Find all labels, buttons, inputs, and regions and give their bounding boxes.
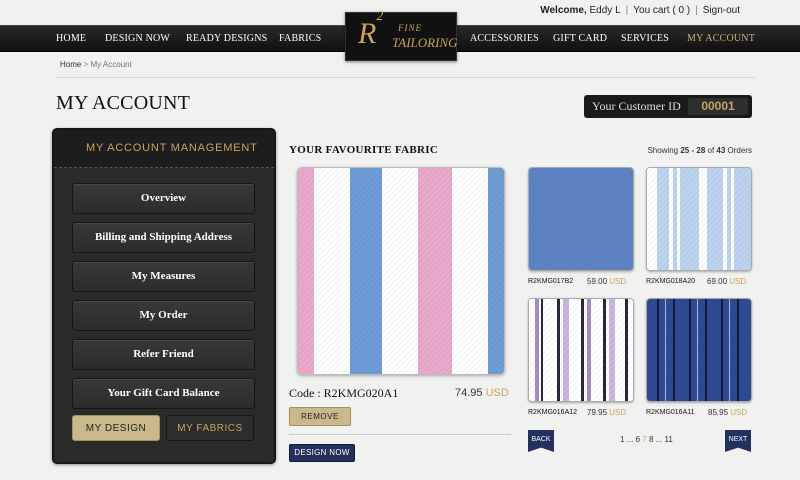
thumb-price-2: 69.00 USD [707,277,747,286]
fabric-thumb-3[interactable] [528,298,634,402]
sidebar-item-billing-shipping[interactable]: Billing and Shipping Address [72,222,255,253]
logo-mark: R2 [358,9,384,50]
fabric-price: 74.95 USD [455,387,509,399]
nav-services[interactable]: SERVICES [621,33,669,44]
nav-fabrics[interactable]: FABRICS [279,33,321,44]
sidebar-title: MY ACCOUNT MANAGEMENT [86,142,258,154]
light-blue-stripe-pattern [647,168,751,270]
page-title: MY ACCOUNT [56,92,191,114]
logo-tailoring: TAILORING [392,35,458,50]
thumb-code-3: R2KMG016A12 [528,409,578,416]
nav-my-account[interactable]: MY ACCOUNT [687,33,755,44]
thumb-price-3: 79.95 USD [587,408,627,417]
tab-my-fabrics[interactable]: MY FABRICS [166,415,254,441]
thumb-price-4: 85.95 USD [708,408,748,417]
design-now-button[interactable]: DESIGN NOW [289,444,355,462]
remove-button[interactable]: REMOVE [289,407,351,426]
pager-current: 7 [642,435,647,444]
thumb-code-2: R2KMG018A20 [646,278,696,285]
user-links: Welcome, Eddy L | You cart ( 0 ) | Sign-… [535,5,745,16]
nav-design-now[interactable]: DESIGN NOW [105,33,170,44]
nav-ready-designs[interactable]: READY DESIGNS [186,33,267,44]
fabric-thumb-1[interactable] [528,167,634,271]
logo-fine: FINE [398,23,422,33]
divider [289,434,511,435]
sidebar-item-my-order[interactable]: My Order [72,300,255,331]
breadcrumb-sep: > [83,60,89,69]
solid-blue-pattern [529,168,633,270]
welcome-label: Welcome, [540,5,587,16]
nav-home[interactable]: HOME [56,33,86,44]
cart-link[interactable]: You cart ( 0 ) [628,5,695,16]
fabric-code: Code : R2KMG020A1 [289,386,399,400]
pagination[interactable]: 1 ... 6 7 8 ... 11 [620,435,673,444]
sidebar-item-gift-card-balance[interactable]: Your Gift Card Balance [72,378,255,409]
showing-count: Showing 25 - 28 of 43 Orders [647,146,752,155]
breadcrumb-current: My Account [90,60,132,69]
signout-link[interactable]: Sign-out [698,5,745,16]
nav-gift-card[interactable]: GIFT CARD [553,33,607,44]
thumb-price-1: 59.00 USD [587,277,627,286]
customer-id-label: Your Customer ID [592,99,681,113]
sidebar-item-my-measures[interactable]: My Measures [72,261,255,292]
sidebar-item-overview[interactable]: Overview [72,183,255,214]
divider [55,77,755,78]
thumb-code-1: R2KMG017B2 [528,278,574,285]
customer-id-box: Your Customer ID 00001 [584,95,752,118]
user-name[interactable]: Eddy L [590,5,621,16]
tab-my-design[interactable]: MY DESIGN [72,415,160,441]
fabric-thumb-4[interactable] [646,298,752,402]
breadcrumb: Home > My Account [60,60,132,69]
sidebar-item-refer-friend[interactable]: Refer Friend [72,339,255,370]
sidebar-header: MY ACCOUNT MANAGEMENT [54,130,274,168]
next-button[interactable]: NEXT [725,430,751,452]
account-sidebar: MY ACCOUNT MANAGEMENT Overview Billing a… [52,128,276,464]
pager-pages-before[interactable]: 1 ... 6 [620,435,640,444]
breadcrumb-home[interactable]: Home [60,60,81,69]
brand-logo[interactable]: R2 FINE TAILORING [345,9,458,61]
thumb-code-4: R2KMG016A11 [646,409,695,416]
fabric-thumb-2[interactable] [646,167,752,271]
stripe-pattern [298,168,504,374]
nav-accessories[interactable]: ACCESSORIES [470,33,539,44]
customer-id-value: 00001 [688,98,748,115]
purple-stripe-pattern [529,299,633,401]
navy-stripe-pattern [647,299,751,401]
favourite-title: YOUR FAVOURITE FABRIC [289,144,439,156]
fabric-swatch-large[interactable] [297,167,505,375]
pager-pages-after[interactable]: 8 ... 11 [649,435,673,444]
welcome-text: Welcome, Eddy L [535,5,625,16]
back-button[interactable]: BACK [528,430,554,452]
